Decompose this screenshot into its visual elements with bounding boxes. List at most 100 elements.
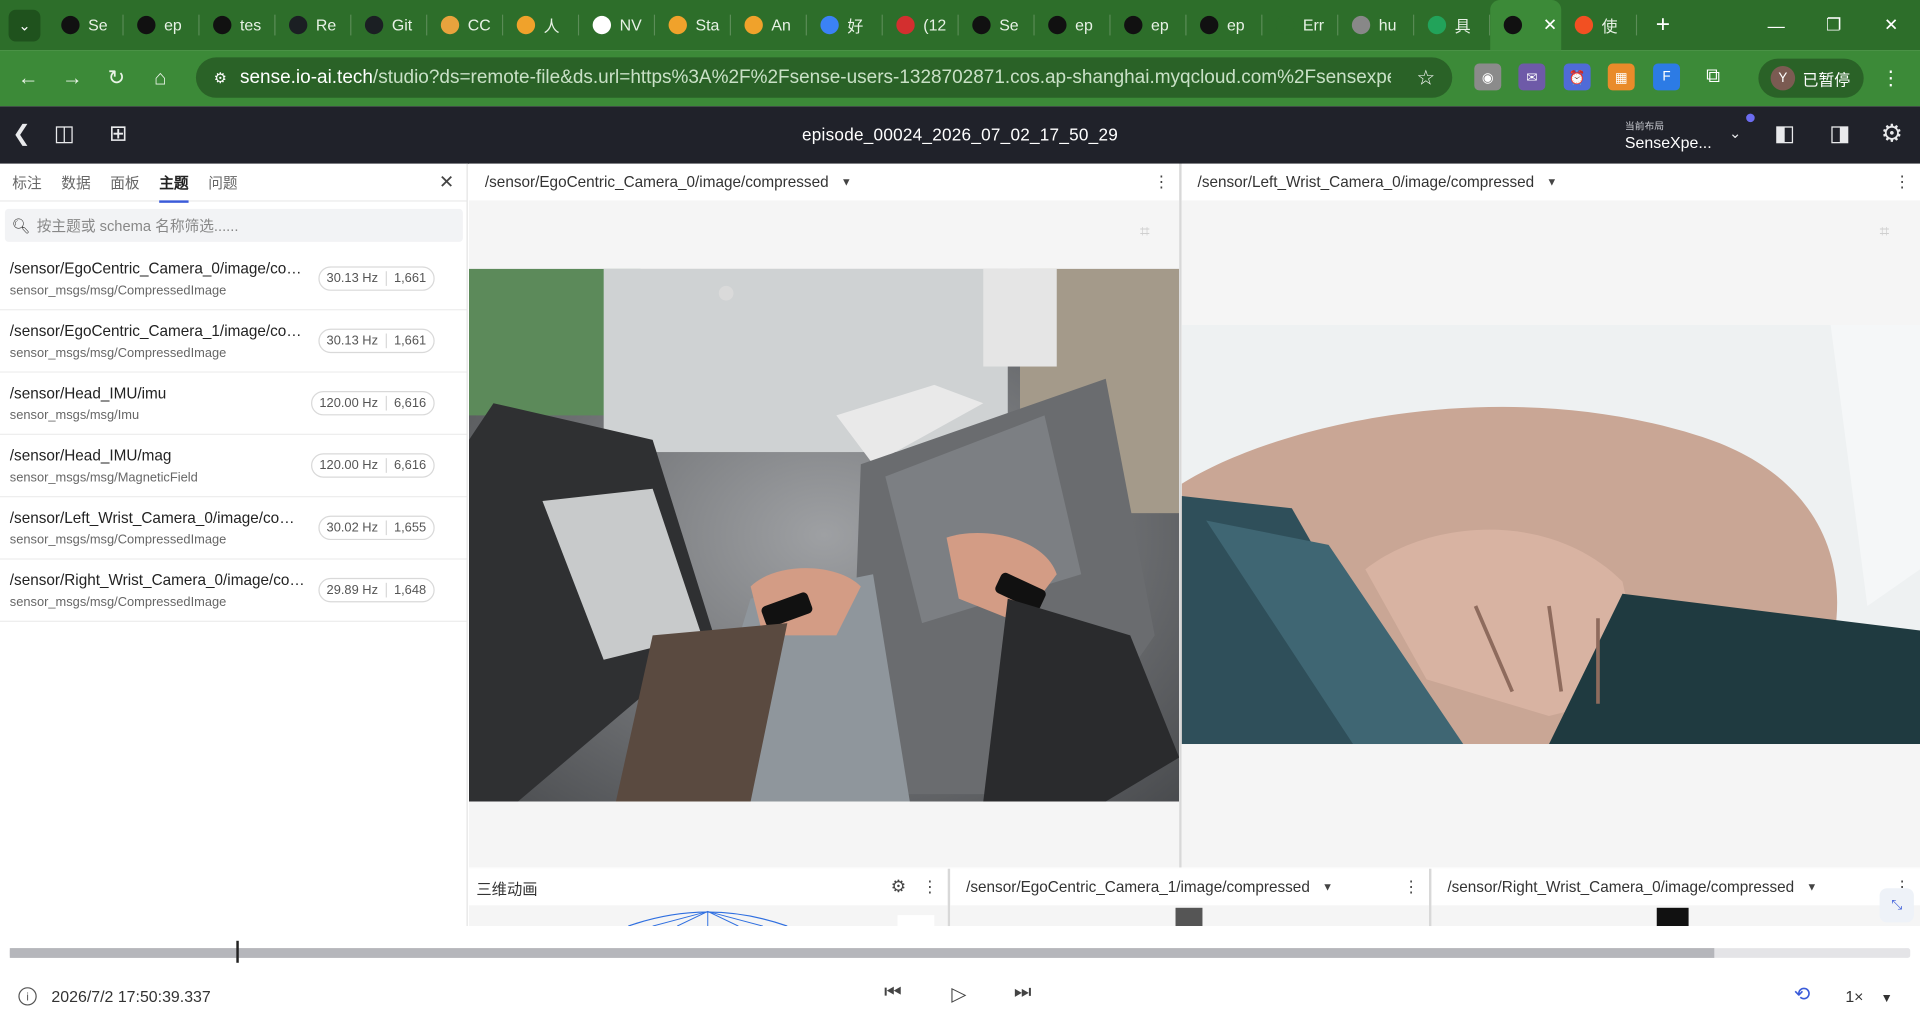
topic-filter[interactable]: 🔍︎ (4, 208, 463, 242)
browser-tab[interactable]: Re (276, 0, 352, 50)
browser-tab[interactable]: Err (1262, 0, 1339, 50)
extension-felo-icon[interactable]: F (1653, 63, 1681, 91)
browser-tab[interactable]: ✕ (1490, 0, 1562, 51)
browser-menu-icon[interactable]: ⋮ (1881, 66, 1901, 90)
panel-topic-selector[interactable]: /sensor/EgoCentric_Camera_1/image/compre… (966, 878, 1310, 895)
new-tab-button[interactable]: + (1647, 9, 1679, 41)
url-text[interactable]: sense.io-ai.tech/studio?ds=remote-file&d… (240, 67, 1391, 89)
timeline-playhead[interactable] (235, 940, 239, 963)
speed-caret-icon[interactable]: ▼ (1881, 992, 1893, 1005)
close-sidebar-icon[interactable]: ✕ (439, 171, 454, 193)
browser-tab[interactable]: Se (48, 0, 124, 50)
browser-tab[interactable]: tes (200, 0, 276, 50)
layout-selector[interactable]: SenseXpe... (1625, 133, 1712, 151)
step-forward-icon[interactable]: ⏭ (1014, 982, 1032, 1004)
bookmark-star-icon[interactable]: ☆ (1416, 65, 1435, 89)
sidebar-tab[interactable]: 面板 (110, 163, 139, 201)
extensions-puzzle-icon[interactable]: ⧉ (1700, 64, 1727, 91)
browser-tab[interactable]: 具 (1414, 0, 1491, 50)
browser-tab[interactable]: NV (579, 0, 656, 50)
layout-chevron-down-icon[interactable]: ⌄ (1729, 125, 1741, 142)
caret-down-icon[interactable]: ▼ (1322, 881, 1333, 893)
three-d-panel: 三维动画 ⚙ ⋮ (468, 868, 948, 927)
panel-topic-selector[interactable]: /sensor/Left_Wrist_Camera_0/image/compre… (1198, 173, 1535, 190)
hf-icon (668, 15, 687, 35)
browser-tab[interactable]: An (731, 0, 807, 50)
topic-row[interactable]: /sensor/Head_IMU/mag sensor_msgs/msg/Magn… (0, 435, 467, 498)
restore-icon[interactable]: ❐ (1805, 0, 1863, 50)
site-info-icon[interactable]: ⚙ (201, 69, 240, 86)
browser-tab[interactable]: ep (124, 0, 200, 50)
caret-down-icon[interactable]: ▼ (841, 176, 852, 188)
browser-tab[interactable]: Sta (655, 0, 732, 50)
panel-menu-icon[interactable]: ⋮ (1403, 877, 1419, 897)
close-tab-icon[interactable]: ✕ (1543, 15, 1557, 36)
playback-speed[interactable]: 1× ▼ (1845, 987, 1892, 1005)
panel-settings-icon[interactable]: ⚙ (891, 876, 906, 897)
panel-topic-selector[interactable]: /sensor/Right_Wrist_Camera_0/image/compr… (1447, 878, 1794, 895)
topic-message-count: 6,616 (385, 458, 433, 473)
topic-name: /sensor/EgoCentric_Camera_1/image/compre… (9, 322, 307, 340)
3d-toolbar[interactable] (897, 915, 935, 927)
topic-row[interactable]: /sensor/EgoCentric_Camera_0/image/compre… (0, 248, 467, 311)
extension-cube-icon[interactable]: ▦ (1607, 63, 1635, 91)
tab-label: 人 (543, 17, 560, 36)
topic-name: /sensor/EgoCentric_Camera_0/image/compre… (9, 260, 307, 278)
forward-icon[interactable]: → (53, 59, 92, 98)
hf-icon (744, 15, 763, 35)
ring-icon (440, 15, 460, 35)
back-icon[interactable]: ← (9, 59, 48, 98)
reload-icon[interactable]: ↻ (97, 59, 136, 98)
assistant-float-icon[interactable]: ⤡ (1879, 888, 1914, 923)
left-sidebar-icon[interactable]: ◧ (1774, 121, 1795, 147)
tab-search-button[interactable]: ⌄ (8, 9, 41, 41)
topic-row[interactable]: /sensor/Head_IMU/imu sensor_msgs/msg/Imu 1… (0, 373, 467, 435)
info-icon[interactable]: i (18, 987, 37, 1006)
browser-tab[interactable]: ep (1111, 0, 1187, 50)
caret-down-icon[interactable]: ▼ (1806, 881, 1817, 893)
right-wrist-camera-panel: /sensor/Right_Wrist_Camera_0/image/compr… (1431, 868, 1920, 927)
browser-tab[interactable]: 使 (1561, 0, 1638, 50)
loop-icon[interactable]: ⟲ (1794, 982, 1810, 1006)
window-controls: — ❐ ✕ (1747, 0, 1920, 50)
play-icon[interactable]: ▷ (951, 982, 966, 1006)
browser-tab[interactable]: hu (1338, 0, 1415, 50)
profile-button[interactable]: Y 已暂停 (1758, 58, 1864, 98)
sidebar-tab[interactable]: 标注 (12, 163, 41, 201)
topic-row[interactable]: /sensor/Left_Wrist_Camera_0/image/compre… (0, 497, 467, 560)
step-back-icon[interactable]: ⏮ (884, 982, 902, 1004)
sidebar-tab[interactable]: 问题 (208, 163, 237, 201)
extension-owl-icon[interactable]: ◉ (1474, 63, 1502, 91)
home-icon[interactable]: ⌂ (141, 59, 180, 98)
panel-topic-selector[interactable]: /sensor/EgoCentric_Camera_0/image/compre… (485, 173, 829, 190)
speed-value: 1× (1845, 987, 1864, 1006)
minimize-icon[interactable]: — (1747, 0, 1805, 50)
close-window-icon[interactable]: ✕ (1862, 0, 1920, 50)
browser-tab[interactable]: CC (427, 0, 504, 50)
panel-menu-icon[interactable]: ⋮ (922, 877, 938, 897)
browser-tab[interactable]: (12 (883, 0, 959, 50)
browser-tab[interactable]: Git (351, 0, 428, 50)
topic-row[interactable]: /sensor/Right_Wrist_Camera_0/image/compr… (0, 560, 467, 622)
browser-tab[interactable]: ep (1035, 0, 1111, 50)
topic-row[interactable]: /sensor/EgoCentric_Camera_1/image/compre… (0, 310, 467, 373)
browser-tab[interactable]: Se (959, 0, 1035, 50)
extension-clock-icon[interactable]: ⏰ (1563, 63, 1591, 91)
address-bar[interactable]: ⚙ sense.io-ai.tech/studio?ds=remote-file… (195, 57, 1453, 98)
extension-mail-icon[interactable]: ✉ (1518, 63, 1546, 91)
browser-tab[interactable]: ep (1187, 0, 1263, 50)
right-sidebar-icon[interactable]: ◨ (1829, 121, 1850, 147)
browser-tab[interactable]: 人 (503, 0, 580, 50)
crop-icon[interactable]: ⌗ (1880, 221, 1890, 242)
topic-filter-input[interactable] (36, 216, 441, 234)
settings-gear-icon[interactable]: ⚙ (1881, 119, 1903, 150)
caret-down-icon[interactable]: ▼ (1546, 176, 1557, 188)
browser-tab[interactable]: 好 (807, 0, 883, 50)
timeline-scrubber[interactable] (9, 940, 1911, 963)
sidebar-tab[interactable]: 主题 (159, 163, 189, 203)
panel-menu-icon[interactable]: ⋮ (1894, 172, 1910, 192)
panel-menu-icon[interactable]: ⋮ (1153, 172, 1169, 192)
crop-icon[interactable]: ⌗ (1140, 221, 1150, 242)
sidebar-tab[interactable]: 数据 (61, 163, 90, 201)
openai-icon (1503, 15, 1523, 35)
